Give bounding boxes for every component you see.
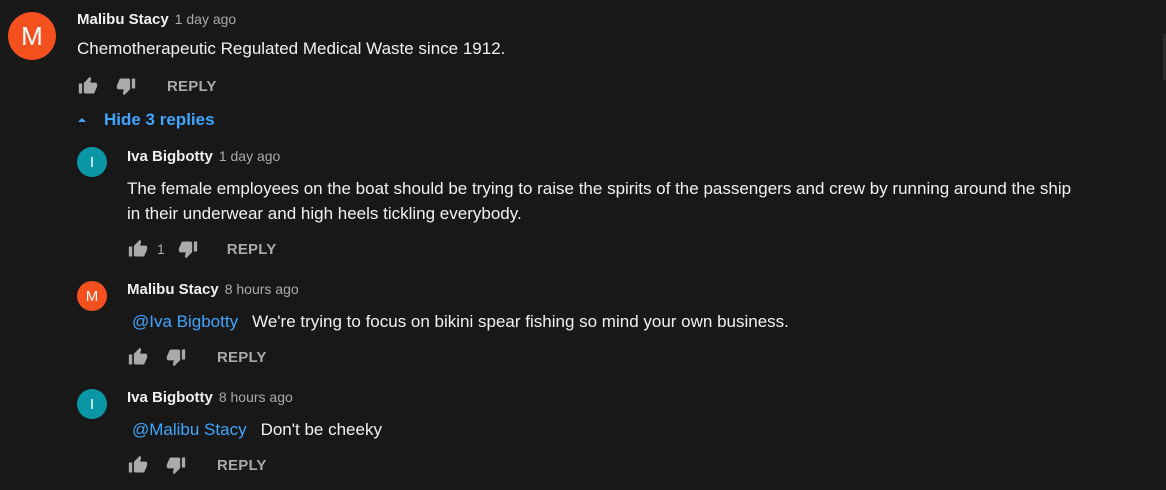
hide-replies-label: Hide 3 replies [104,110,215,129]
comment-text: Chemotherapeutic Regulated Medical Waste… [77,39,506,58]
comment-text-body: Don't be cheeky [260,420,382,439]
comment-actions: REPLY [77,74,217,98]
comment-thread: M Malibu Stacy 1 day ago Chemotherapeuti… [0,0,1166,490]
like-count: 1 [157,241,165,257]
comment-header: Malibu Stacy 1 day ago [77,11,236,28]
author-name[interactable]: Malibu Stacy [77,11,169,28]
comment-header: Iva Bigbotty 8 hours ago [127,389,293,406]
avatar[interactable]: I [77,389,107,419]
avatar[interactable]: M [8,12,56,60]
avatar[interactable]: M [77,281,107,311]
avatar-letter: M [85,287,99,305]
thumbs-down-icon[interactable] [177,238,199,260]
comment-actions: REPLY [127,453,267,477]
mention-link[interactable]: @Iva Bigbotty [127,312,238,331]
thumbs-up-icon[interactable] [127,346,149,368]
comment-text-line: The female employees on the boat should … [127,179,1072,198]
author-name[interactable]: Iva Bigbotty [127,148,213,165]
reply-button[interactable]: REPLY [227,241,277,258]
comment-actions: 1 REPLY [127,237,276,261]
thumbs-down-icon[interactable] [165,346,187,368]
avatar-letter: I [89,395,95,413]
comment-text: @Malibu Stacy Don't be cheeky [127,417,382,442]
comment-actions: REPLY [127,345,267,369]
comment-header: Iva Bigbotty 1 day ago [127,148,280,165]
comment-text-body: We're trying to focus on bikini spear fi… [252,312,789,331]
thumbs-up-icon[interactable] [77,75,99,97]
reply-button[interactable]: REPLY [217,457,267,474]
thumbs-down-icon[interactable] [115,75,137,97]
avatar-letter: I [89,153,95,171]
hide-replies-button[interactable]: Hide 3 replies [76,110,215,130]
mention-link[interactable]: @Malibu Stacy [127,420,247,439]
author-name[interactable]: Malibu Stacy [127,281,219,298]
timestamp[interactable]: 1 day ago [219,148,281,164]
thumbs-down-icon[interactable] [165,454,187,476]
avatar-letter: M [21,20,43,51]
author-name[interactable]: Iva Bigbotty [127,389,213,406]
thumbs-up-icon[interactable] [127,238,149,260]
comment-text-line: in their underwear and high heels tickli… [127,204,522,223]
timestamp[interactable]: 1 day ago [175,11,237,27]
comment-text: The female employees on the boat should … [127,176,1147,226]
reply-button[interactable]: REPLY [167,78,217,95]
avatar[interactable]: I [77,147,107,177]
caret-up-icon [76,114,88,126]
timestamp[interactable]: 8 hours ago [219,389,293,405]
comment-text: @Iva Bigbotty We're trying to focus on bi… [127,309,789,334]
reply-button[interactable]: REPLY [217,349,267,366]
thumbs-up-icon[interactable] [127,454,149,476]
timestamp[interactable]: 8 hours ago [225,281,299,297]
comment-header: Malibu Stacy 8 hours ago [127,281,299,298]
